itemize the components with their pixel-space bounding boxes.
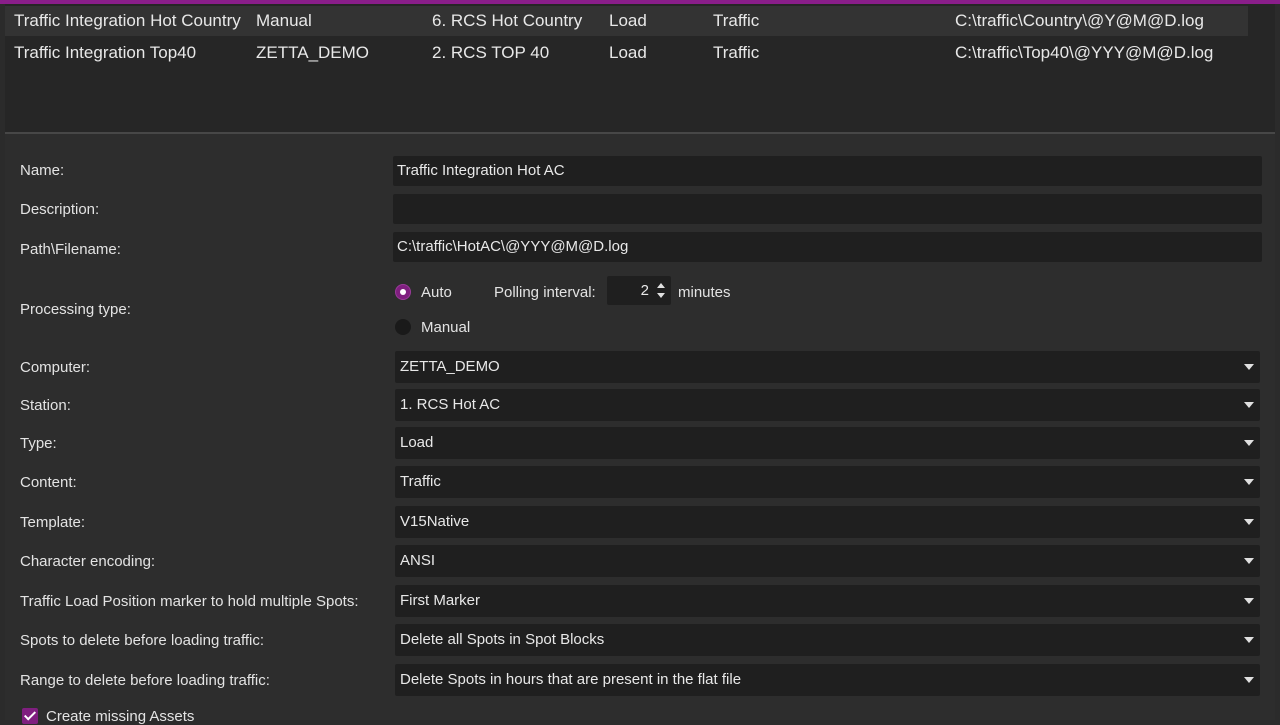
chevron-down-icon bbox=[1244, 479, 1254, 485]
computer-label: Computer: bbox=[20, 359, 91, 376]
create-assets-label: Create missing Assets bbox=[46, 708, 195, 725]
row-content: Traffic bbox=[713, 43, 760, 62]
encoding-value: ANSI bbox=[400, 552, 436, 569]
computer-value: ZETTA_DEMO bbox=[400, 358, 500, 375]
integration-list: Traffic Integration Hot Country Manual 6… bbox=[5, 4, 1275, 132]
polling-interval-label: Polling interval: bbox=[494, 284, 596, 301]
station-value: 1. RCS Hot AC bbox=[400, 396, 501, 413]
spots-delete-dropdown[interactable]: Delete all Spots in Spot Blocks bbox=[395, 624, 1260, 656]
description-field[interactable] bbox=[393, 194, 1262, 224]
list-row[interactable]: Traffic Integration Top40 ZETTA_DEMO 2. … bbox=[5, 38, 1248, 68]
type-value: Load bbox=[400, 434, 434, 451]
template-value: V15Native bbox=[400, 513, 470, 530]
content-value: Traffic bbox=[400, 473, 441, 490]
list-row[interactable]: Traffic Integration Hot Country Manual 6… bbox=[5, 6, 1248, 36]
auto-label: Auto bbox=[421, 284, 452, 301]
manual-radio[interactable] bbox=[395, 319, 411, 335]
row-station: 2. RCS TOP 40 bbox=[432, 43, 550, 62]
chevron-down-icon bbox=[1244, 440, 1254, 446]
template-label: Template: bbox=[20, 514, 86, 531]
row-name: Traffic Integration Hot Country bbox=[14, 11, 241, 30]
range-delete-dropdown[interactable]: Delete Spots in hours that are present i… bbox=[395, 664, 1260, 696]
range-delete-value: Delete Spots in hours that are present i… bbox=[400, 671, 742, 688]
polling-interval-stepper[interactable]: 2 bbox=[607, 276, 671, 305]
row-type: Load bbox=[609, 43, 647, 62]
station-dropdown[interactable]: 1. RCS Hot AC bbox=[395, 389, 1260, 421]
chevron-down-icon bbox=[1244, 637, 1254, 643]
station-label: Station: bbox=[20, 397, 71, 414]
name-field[interactable]: Traffic Integration Hot AC bbox=[393, 156, 1262, 186]
name-value: Traffic Integration Hot AC bbox=[397, 162, 565, 179]
range-delete-label: Range to delete before loading traffic: bbox=[20, 672, 270, 689]
marker-value: First Marker bbox=[400, 592, 480, 609]
type-label: Type: bbox=[20, 435, 57, 452]
chevron-down-icon bbox=[1244, 402, 1254, 408]
manual-label: Manual bbox=[421, 319, 471, 336]
stepper-down-icon[interactable] bbox=[657, 293, 665, 298]
row-computer: ZETTA_DEMO bbox=[256, 43, 370, 62]
type-dropdown[interactable]: Load bbox=[395, 427, 1260, 459]
chevron-down-icon bbox=[1244, 519, 1254, 525]
row-computer: Manual bbox=[256, 11, 312, 30]
details-form: Name: Traffic Integration Hot AC Descrip… bbox=[5, 134, 1275, 725]
template-dropdown[interactable]: V15Native bbox=[395, 506, 1260, 538]
path-value: C:\traffic\HotAC\@YYY@M@D.log bbox=[397, 238, 629, 255]
minutes-label: minutes bbox=[678, 284, 731, 301]
chevron-down-icon bbox=[1244, 598, 1254, 604]
row-path: C:\traffic\Top40\@YYY@M@D.log bbox=[955, 43, 1214, 62]
content-dropdown[interactable]: Traffic bbox=[395, 466, 1260, 498]
polling-interval-value: 2 bbox=[640, 282, 649, 299]
chevron-down-icon bbox=[1244, 677, 1254, 683]
row-path: C:\traffic\Country\@Y@M@D.log bbox=[955, 11, 1204, 30]
encoding-dropdown[interactable]: ANSI bbox=[395, 545, 1260, 577]
row-name: Traffic Integration Top40 bbox=[14, 43, 197, 62]
marker-label: Traffic Load Position marker to hold mul… bbox=[20, 593, 359, 610]
row-station: 6. RCS Hot Country bbox=[432, 11, 583, 30]
processing-type-label: Processing type: bbox=[20, 301, 131, 318]
description-label: Description: bbox=[20, 201, 100, 218]
row-content: Traffic bbox=[713, 11, 760, 30]
path-field[interactable]: C:\traffic\HotAC\@YYY@M@D.log bbox=[393, 232, 1262, 262]
row-type: Load bbox=[609, 11, 647, 30]
encoding-label: Character encoding: bbox=[20, 553, 156, 570]
create-assets-checkbox[interactable] bbox=[22, 708, 38, 724]
computer-dropdown[interactable]: ZETTA_DEMO bbox=[395, 351, 1260, 383]
chevron-down-icon bbox=[1244, 558, 1254, 564]
path-label: Path\Filename: bbox=[20, 241, 121, 258]
auto-radio[interactable] bbox=[395, 284, 411, 300]
content-label: Content: bbox=[20, 474, 77, 491]
chevron-down-icon bbox=[1244, 364, 1254, 370]
marker-dropdown[interactable]: First Marker bbox=[395, 585, 1260, 617]
stepper-up-icon[interactable] bbox=[657, 283, 665, 288]
spots-delete-label: Spots to delete before loading traffic: bbox=[20, 632, 265, 649]
name-label: Name: bbox=[20, 162, 65, 179]
spots-delete-value: Delete all Spots in Spot Blocks bbox=[400, 631, 605, 648]
